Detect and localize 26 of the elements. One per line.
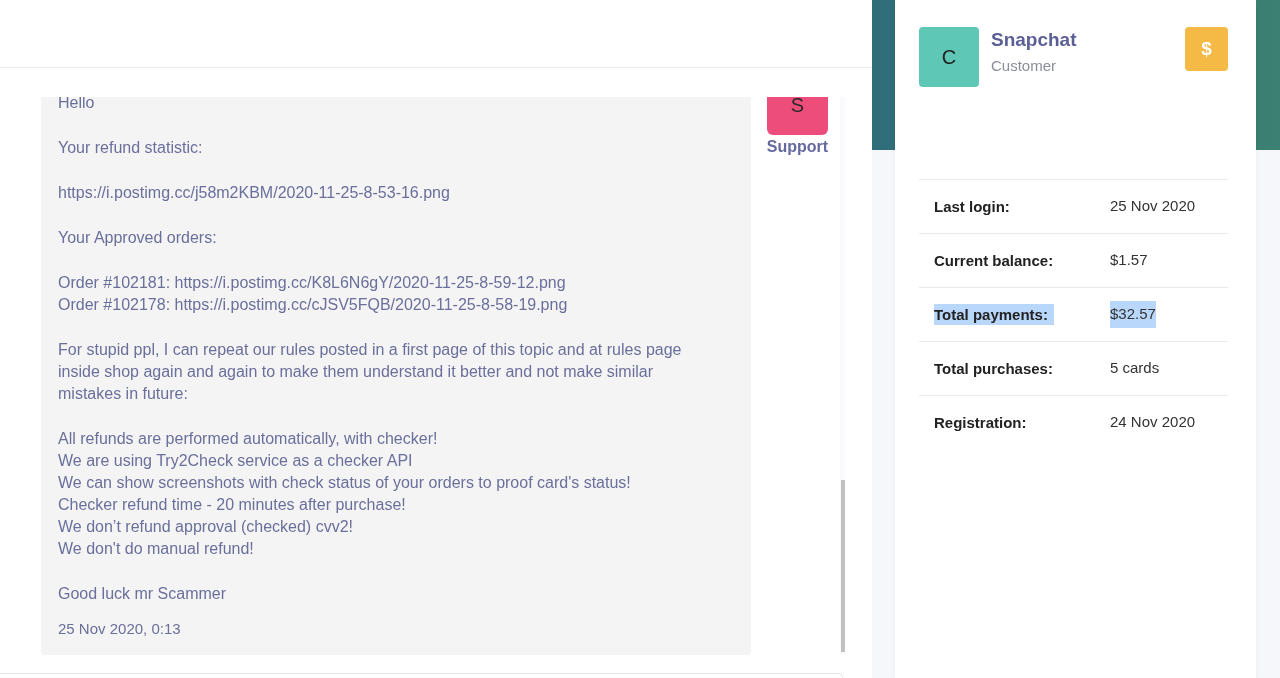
message-text: Your refund statistic: [58,138,204,158]
stat-value: 25 Nov 2020 [1110,196,1196,217]
author-name: Support [766,137,829,157]
message-text: All refunds are performed automatically, with checker! We are using Try2Check service as a checker API We can show screenshots with check status of your orders to proof card's status! Checker refund time - 20 minutes after purchase! We don’t refund approval (checked) cvv2! We don't do manual refund! [58,429,632,559]
stat-label: Total purchases: [934,358,1053,379]
message-text: Order #102181: https://i.postimg.cc/K8L6N6gY/2020-11-25-8-59-12.png Order #102178: https://i.postimg.cc/cJSV5FQB/2020-11-25-8-58-19.png [58,273,569,315]
stat-label: Registration: [934,412,1027,433]
stat-value: 24 Nov 2020 [1110,412,1196,433]
stat-value: 5 cards [1110,358,1160,379]
stat-label: Total payments: [934,303,1054,325]
scrollbar-thumb[interactable] [840,480,845,652]
message-text: Good luck mr Scammer [58,584,228,604]
message-time: 25 Nov 2020, 0:13 [58,619,182,639]
message-text: https://i.postimg.cc/j58m2KBM/2020-11-25-8-53-16.png [58,183,451,203]
stat-label: Current balance: [934,250,1054,271]
balance-button[interactable]: $ [1185,27,1228,71]
stat-value: $1.57 [1110,250,1148,271]
customer-name: Snapchat [991,28,1077,52]
message-text: Your Approved orders: [58,228,218,248]
message-text: For stupid ppl, I can repeat our rules posted in a first page of this topic and at rules page inside shop again and again to make them understand it better and not make similar mistakes in future: [58,340,683,404]
stat-label: Last login: [934,196,1010,217]
customer-role: Customer [991,56,1058,76]
support-avatar: S [767,97,828,135]
stat-value: $32.57 [1110,301,1156,328]
customer-avatar: C [919,27,979,87]
message-text: Hello [58,97,96,113]
